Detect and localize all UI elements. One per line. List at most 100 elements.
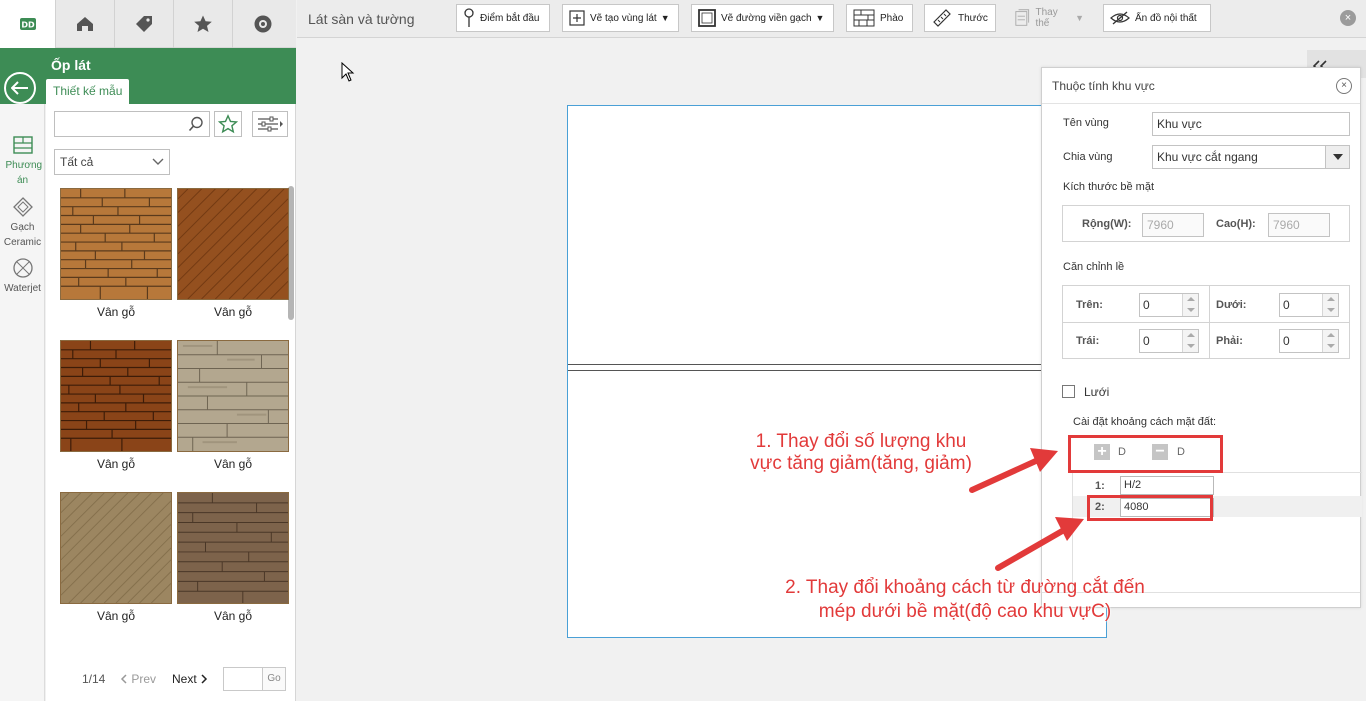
cut-line[interactable] [568,370,1106,371]
pin-icon [464,8,474,27]
split-select[interactable]: Khu vực cắt ngang [1152,145,1350,169]
surface-size-label: Kích thước bề mặt [1063,181,1155,193]
stepper-arrows-icon[interactable] [1322,294,1338,316]
replace-button[interactable]: Thay thế ▼ [1007,4,1091,32]
rail-item-plan[interactable]: Phương án [0,134,45,188]
height-input[interactable]: 7960 [1268,213,1330,237]
annotation-note-2-line-2: mép dưới bề mặt(độ cao khu vựC) [818,601,1112,622]
tile-item[interactable]: Vân gỗ [177,188,289,319]
go-button[interactable]: Go [262,667,286,691]
tile-caption: Vân gỗ [213,609,253,623]
ceramic-tile-icon [12,197,33,217]
tile-swatch-wood-3 [60,340,172,452]
margin-bottom-label: Dưới: [1216,299,1247,311]
ruler-button[interactable]: Thước [924,4,996,32]
split-select-value: Khu vực cắt ngang [1157,150,1258,164]
top-nav: DD [0,0,296,48]
tile-item[interactable]: Vân gỗ [177,492,289,623]
annotation-box-add-remove [1068,435,1223,473]
prev-button[interactable]: Prev [120,672,156,686]
page-input[interactable] [223,667,263,691]
cut-line[interactable] [568,364,1106,365]
star-outline-icon [218,114,238,134]
prev-label: Prev [131,672,157,686]
filter-button[interactable] [252,111,288,137]
align-label: Căn chỉnh lề [1063,261,1125,273]
close-icon[interactable]: × [1340,10,1356,26]
annotation-note-1-line-2: vực tăng giảm(tăng, giảm) [750,453,972,474]
margin-bottom-value: 0 [1283,298,1290,312]
divider [1072,472,1073,592]
sidebar-header [0,48,296,104]
dropdown-caret-icon: ▼ [660,13,670,23]
moulding-button[interactable]: Phào [846,4,913,32]
search-input[interactable] [55,112,183,136]
replace-label: Thay thế [1035,7,1058,29]
border-icon [698,9,716,27]
panel-close-icon[interactable]: × [1336,78,1352,94]
grid-label: Lưới [1084,385,1110,399]
tiling-surface[interactable] [567,105,1107,638]
chevron-right-icon [201,674,208,684]
annotation-note-1: 1. Thay đổi số lượng khu vực tăng giảm(t… [716,431,1006,475]
chevron-left-icon [120,674,127,684]
page-indicator: 1/14 [82,672,106,686]
tile-caption: Vân gỗ [213,305,253,319]
region-name-label: Tên vùng [1063,117,1109,129]
stepper-arrows-icon[interactable] [1322,330,1338,352]
compass-icon[interactable] [233,0,292,48]
tile-caption: Vân gỗ [213,457,253,471]
moulding-label: Phào [880,12,904,24]
margin-top-value: 0 [1143,298,1150,312]
back-button[interactable] [4,72,36,104]
draw-area-button[interactable]: Vẽ tạo vùng lát ▼ [562,4,679,32]
margin-bottom-input[interactable]: 0 [1279,293,1339,317]
height-label: Cao(H): [1216,218,1256,230]
brick-icon [853,9,875,27]
width-label: Rộng(W): [1082,218,1132,230]
tile-item[interactable]: Vân gỗ [177,340,289,471]
margin-left-value: 0 [1143,334,1150,348]
row-value-input[interactable]: H/2 [1120,476,1214,495]
house-hands-icon[interactable] [56,0,115,48]
search-box [54,111,210,137]
margin-left-input[interactable]: 0 [1139,329,1199,353]
rail-item-waterjet[interactable]: Waterjet [0,257,45,296]
caret-down-icon [1325,146,1349,168]
tile-swatch-wood-4 [177,340,289,452]
search-icon[interactable] [188,116,204,132]
region-name-input[interactable]: Khu vực [1152,112,1350,136]
draw-border-button[interactable]: Vẽ đường viền gạch ▼ [691,4,834,32]
margin-top-input[interactable]: 0 [1139,293,1199,317]
tab-design-templates[interactable]: Thiết kế mẫu [46,79,130,104]
tile-item[interactable]: Vân gỗ [60,340,172,471]
draw-border-label: Vẽ đường viền gạch [721,12,812,24]
rail-label-plan: Phương án [5,160,43,186]
brand-logo-icon[interactable]: DD [0,0,56,48]
draw-area-label: Vẽ tạo vùng lát [590,12,657,24]
grid-checkbox[interactable] [1062,385,1075,398]
category-select[interactable]: Tất cả [54,149,170,175]
stepper-arrows-icon[interactable] [1182,330,1198,352]
replace-icon [1015,9,1030,26]
stepper-arrows-icon[interactable] [1182,294,1198,316]
start-point-button[interactable]: Điểm bắt đầu [456,4,550,32]
rail-label-ceramic: Gạch Ceramic [3,222,42,248]
tile-caption: Vân gỗ [96,457,136,471]
svg-text:DD: DD [21,21,35,30]
tag-icon[interactable] [115,0,174,48]
divider [1062,322,1350,323]
dropdown-caret-icon: ▼ [1075,13,1084,23]
next-button[interactable]: Next [172,672,208,686]
tile-item[interactable]: Vân gỗ [60,188,172,319]
favorite-button[interactable] [214,111,242,137]
sidebar-title: Ốp lát [51,57,91,73]
margin-right-input[interactable]: 0 [1279,329,1339,353]
width-input[interactable]: 7960 [1142,213,1204,237]
sliders-icon [258,116,283,132]
rail-item-ceramic[interactable]: Gạch Ceramic [0,196,45,250]
hide-furniture-button[interactable]: Ẩn đồ nội thất [1103,4,1211,32]
margin-right-label: Phải: [1216,335,1243,347]
star-icon[interactable] [174,0,233,48]
tile-item[interactable]: Vân gỗ [60,492,172,623]
